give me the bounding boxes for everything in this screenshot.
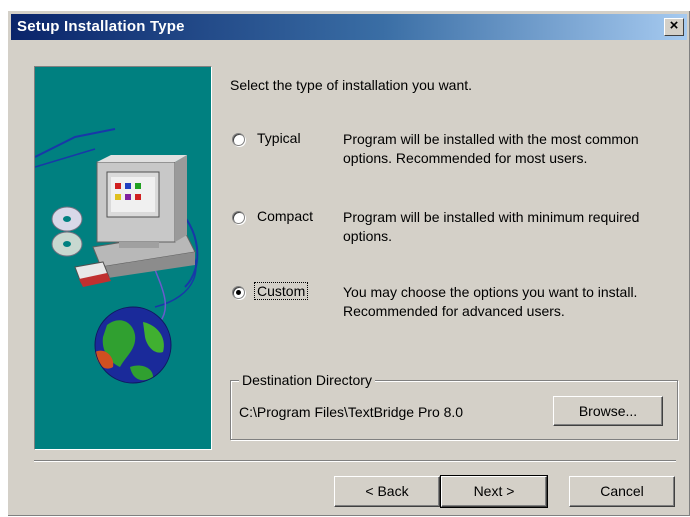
radio-typical[interactable] [232, 133, 245, 146]
setup-illustration [34, 66, 212, 450]
setup-dialog: Setup Installation Type × Select the typ… [7, 10, 690, 516]
close-button[interactable]: × [664, 17, 684, 36]
globe-icon [94, 306, 172, 384]
destination-directory-group: Destination Directory C:\Program Files\T… [230, 372, 678, 440]
computer-icon [92, 155, 196, 279]
title-bar[interactable]: Setup Installation Type × [11, 14, 687, 40]
next-button[interactable]: Next > [440, 475, 548, 508]
destination-directory-legend: Destination Directory [239, 372, 375, 388]
option-compact-label[interactable]: Compact [255, 208, 315, 224]
radio-custom[interactable] [232, 286, 245, 299]
back-button[interactable]: < Back [334, 476, 440, 507]
option-compact-description: Program will be installed with minimum r… [343, 209, 640, 244]
back-button-label: < Back [365, 483, 409, 499]
option-compact[interactable]: Compact Program will be installed with m… [230, 208, 680, 258]
cd-disc-icon [51, 206, 83, 257]
instruction-text: Select the type of installation you want… [230, 77, 473, 93]
option-typical-label[interactable]: Typical [255, 130, 303, 146]
close-icon: × [669, 17, 679, 34]
browse-button-label: Browse... [578, 403, 638, 419]
cancel-button-label: Cancel [600, 483, 644, 499]
cancel-button[interactable]: Cancel [569, 476, 675, 507]
option-custom-description: You may choose the options you want to i… [343, 284, 638, 319]
radio-compact[interactable] [232, 211, 245, 224]
radio-selected-dot [236, 290, 241, 295]
dialog-title: Setup Installation Type [17, 18, 185, 35]
option-custom[interactable]: Custom You may choose the options you wa… [230, 282, 680, 333]
option-custom-label[interactable]: Custom [253, 282, 309, 300]
option-typical-description: Program will be installed with the most … [343, 131, 639, 166]
browse-button[interactable]: Browse... [553, 396, 663, 426]
next-button-label: Next > [473, 483, 515, 499]
destination-path: C:\Program Files\TextBridge Pro 8.0 [239, 404, 464, 420]
option-typical[interactable]: Typical Program will be installed with t… [230, 130, 680, 180]
button-separator [34, 460, 676, 462]
